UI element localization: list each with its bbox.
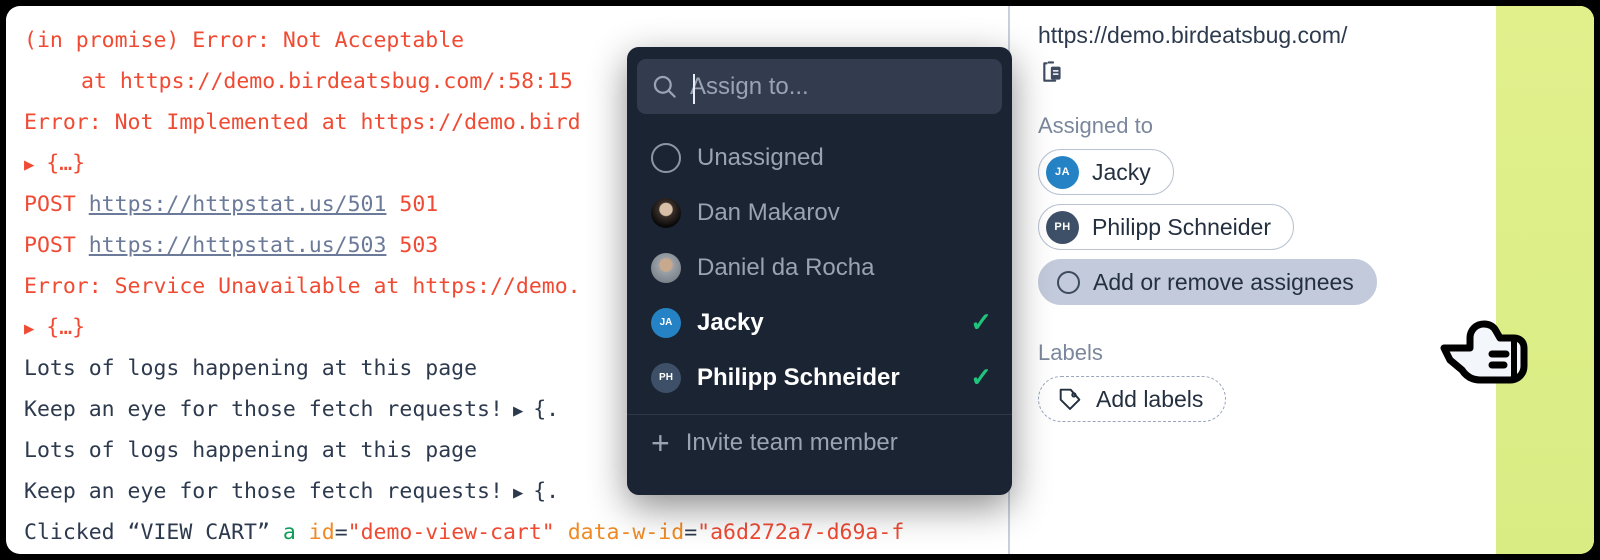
- add-or-remove-assignees-label: Add or remove assignees: [1093, 268, 1354, 295]
- assignee-chip-philipp[interactable]: PH Philipp Schneider: [1038, 204, 1295, 250]
- avatar: PH: [1046, 210, 1079, 244]
- clipboard-copy-icon[interactable]: [1038, 57, 1068, 87]
- assignee-dropdown[interactable]: Unassigned Dan Makarov Daniel da Rocha J…: [627, 47, 1012, 495]
- request-url-link[interactable]: https://httpstat.us/501: [89, 192, 387, 217]
- assignee-option-label: Daniel da Rocha: [697, 253, 875, 281]
- green-accent-strip: [1496, 6, 1594, 554]
- request-status: 503: [399, 233, 439, 258]
- assignee-option-dan-makarov[interactable]: Dan Makarov: [627, 185, 1012, 240]
- expand-triangle-icon[interactable]: ▶: [24, 155, 46, 175]
- request-method: POST: [24, 192, 76, 217]
- pointing-hand-cursor: [1440, 318, 1532, 390]
- expand-triangle-icon[interactable]: ▶: [503, 401, 533, 421]
- html-attr-data-w-id-value: "a6d272a7-d69a-f: [697, 520, 905, 545]
- assignee-name: Philipp Schneider: [1092, 213, 1272, 240]
- checkmark-icon: ✓: [970, 307, 992, 337]
- add-labels-label: Add labels: [1096, 385, 1204, 412]
- assignee-option-unassigned[interactable]: Unassigned: [627, 130, 1012, 185]
- html-attr-id: id: [308, 520, 335, 545]
- assignee-option-label: Jacky: [697, 308, 764, 336]
- log-object-placeholder: {.: [533, 479, 560, 504]
- expand-triangle-icon[interactable]: ▶: [24, 319, 46, 339]
- add-labels-button[interactable]: Add labels: [1038, 376, 1227, 422]
- avatar: [651, 252, 681, 283]
- avatar: PH: [651, 362, 681, 393]
- circle-icon: [1057, 270, 1080, 294]
- assignee-option-daniel-da-rocha[interactable]: Daniel da Rocha: [627, 240, 1012, 295]
- circle-icon: [651, 142, 681, 173]
- log-line-clicked-element: Clicked “VIEW CART” a id="demo-view-cart…: [24, 520, 905, 545]
- html-tag-name: a: [282, 520, 296, 545]
- assignee-search-row[interactable]: [637, 59, 1002, 114]
- log-object-placeholder: {…}: [46, 151, 86, 176]
- log-line-clicked-element-wrap: 2d4-34e3-0d764b0c78d9" href="#" class="v…: [24, 553, 1016, 554]
- search-icon: [651, 73, 678, 100]
- assignee-option-label: Unassigned: [697, 143, 824, 171]
- expand-triangle-icon[interactable]: ▶: [503, 483, 533, 503]
- log-object-placeholder: {…}: [46, 315, 86, 340]
- avatar: [651, 197, 681, 228]
- clicked-prefix: Clicked “VIEW CART”: [24, 520, 283, 545]
- labels-title: Labels: [1038, 340, 1103, 365]
- add-or-remove-assignees-button[interactable]: Add or remove assignees: [1038, 259, 1377, 305]
- screenshot-frame: (in promise) Error: Not Acceptable at ht…: [0, 0, 1600, 560]
- avatar: JA: [651, 307, 681, 338]
- assignee-search-input[interactable]: [690, 72, 1000, 101]
- log-info-text: Keep an eye for those fetch requests!: [24, 397, 503, 422]
- log-info-text: Keep an eye for those fetch requests!: [24, 479, 503, 504]
- checkmark-icon: ✓: [970, 362, 992, 392]
- request-method: POST: [24, 233, 76, 258]
- issue-detail-panel: https://demo.birdeatsbug.com/ Assigned t…: [1016, 6, 1491, 554]
- assignee-option-label: Dan Makarov: [697, 198, 840, 226]
- avatar: JA: [1046, 155, 1079, 189]
- log-object-placeholder: {.: [533, 397, 560, 422]
- page-url: https://demo.birdeatsbug.com/: [1038, 22, 1348, 48]
- assigned-to-title: Assigned to: [1038, 113, 1153, 138]
- html-attr-id-value: "demo-view-cart": [347, 520, 555, 545]
- assignee-chip-jacky[interactable]: JA Jacky: [1038, 149, 1174, 195]
- request-status: 501: [399, 192, 439, 217]
- invite-team-member-button[interactable]: + Invite team member: [627, 415, 1012, 471]
- request-url-link[interactable]: https://httpstat.us/503: [89, 233, 387, 258]
- assignee-option-philipp-schneider[interactable]: PH Philipp Schneider ✓: [627, 350, 1012, 405]
- assignee-option-jacky[interactable]: JA Jacky ✓: [627, 295, 1012, 350]
- assignee-name: Jacky: [1092, 158, 1151, 185]
- text-caret: [693, 74, 695, 104]
- invite-team-member-label: Invite team member: [685, 429, 898, 456]
- assignee-option-label: Philipp Schneider: [697, 363, 900, 391]
- html-attr-data-w-id: data-w-id: [567, 520, 685, 545]
- tag-icon: [1057, 386, 1083, 412]
- assignee-list: Unassigned Dan Makarov Daniel da Rocha J…: [627, 130, 1012, 405]
